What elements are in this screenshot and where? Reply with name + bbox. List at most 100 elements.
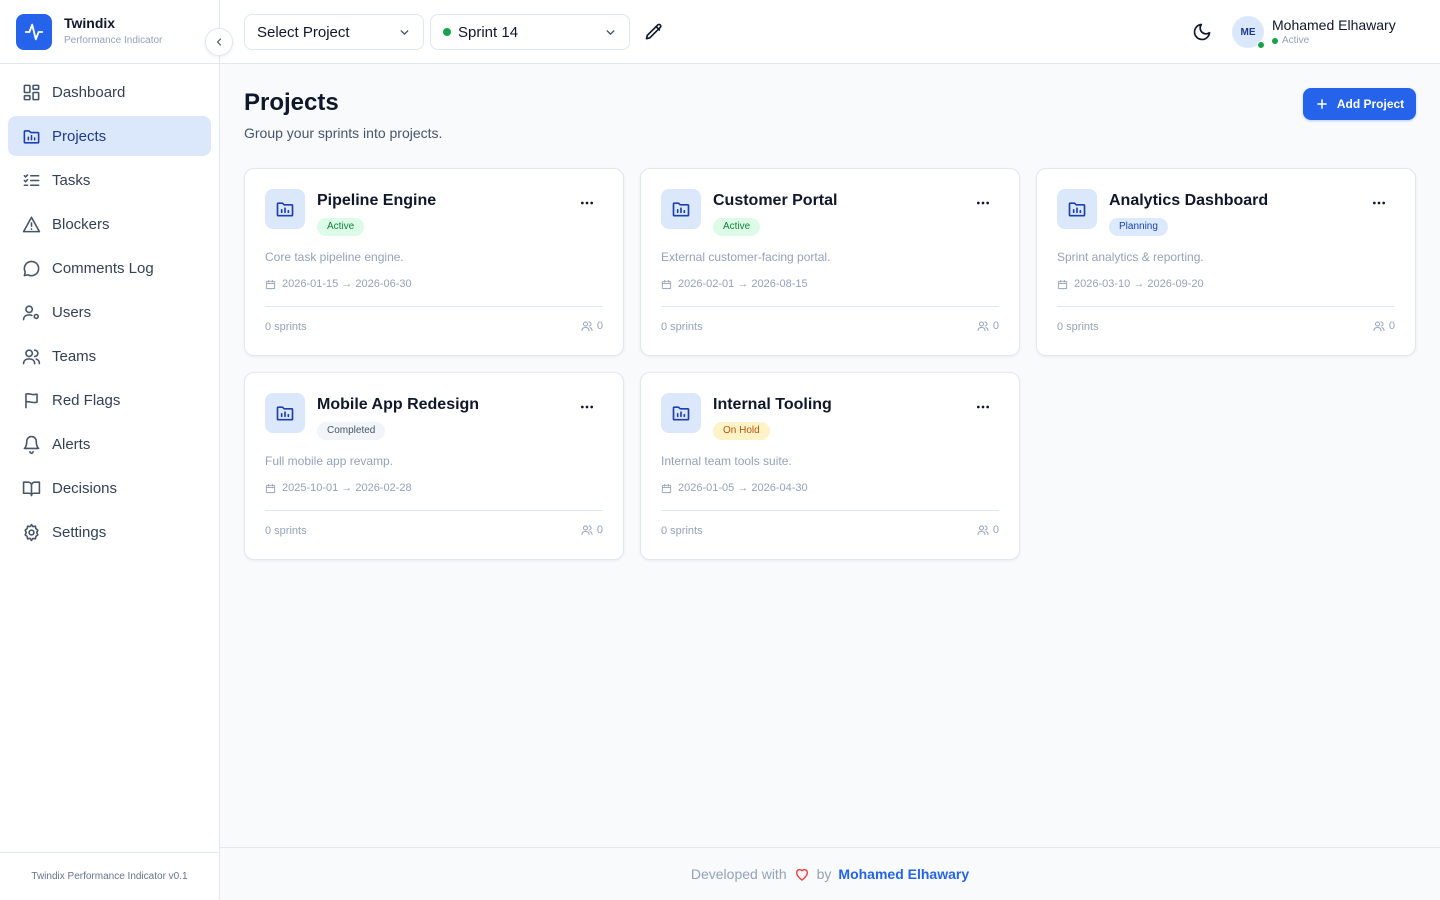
footer-prefix: Developed with (690, 866, 787, 882)
sidebar: Twindix Performance Indicator Dashboard … (0, 0, 233, 900)
chevron-down-icon (606, 30, 615, 35)
status-badge: Completed (317, 422, 386, 440)
edit-sprint-button[interactable] (644, 22, 664, 42)
chevron-left-icon (216, 38, 222, 46)
pencil-icon (645, 23, 662, 40)
project-card[interactable]: Analytics Dashboard Planning Sprint anal… (1036, 168, 1416, 356)
project-date-range: 2026-03-10 → 2026-09-20 (1074, 278, 1204, 290)
user-avatar[interactable]: ME (1232, 16, 1265, 49)
project-menu-button[interactable] (975, 399, 991, 415)
calendar-icon (661, 279, 672, 289)
sidebar-item-red-flags[interactable]: Red Flags (8, 380, 211, 420)
project-member-count: 0 (1388, 320, 1395, 332)
project-select-value: Select Project (257, 23, 350, 41)
gear-icon (21, 522, 41, 542)
more-horizontal-icon (581, 405, 593, 409)
user-name: Mohamed Elhawary (1272, 17, 1396, 33)
warning-triangle-icon (21, 214, 41, 234)
sidebar-item-label: Red Flags (52, 391, 121, 409)
users-icon (1373, 321, 1385, 331)
brand: Twindix Performance Indicator (0, 0, 233, 64)
project-members: 0 (581, 320, 603, 332)
card-divider (265, 510, 603, 511)
footer-author-link[interactable]: Mohamed Elhawary (838, 866, 969, 882)
project-menu-button[interactable] (1371, 195, 1387, 211)
user-gear-icon (21, 302, 41, 322)
more-horizontal-icon (1373, 201, 1385, 205)
sidebar-item-blockers[interactable]: Blockers (8, 204, 211, 244)
project-date-range: 2026-01-05 → 2026-04-30 (678, 482, 808, 494)
brand-subtitle: Performance Indicator (64, 35, 163, 46)
project-sprint-count: 0 sprints (265, 321, 307, 333)
folder-chart-icon (661, 393, 701, 433)
project-menu-button[interactable] (975, 195, 991, 211)
folder-chart-icon (1057, 189, 1097, 229)
sidebar-item-tasks[interactable]: Tasks (8, 160, 211, 200)
sidebar-item-label: Settings (52, 523, 107, 541)
heart-icon (794, 866, 810, 882)
project-description: External customer-facing portal. (661, 250, 831, 264)
sidebar-item-users[interactable]: Users (8, 292, 211, 332)
theme-toggle-button[interactable] (1192, 22, 1212, 42)
page-subtitle: Group your sprints into projects. (244, 125, 443, 141)
project-card[interactable]: Customer Portal Active External customer… (640, 168, 1020, 356)
project-members: 0 (1373, 320, 1395, 332)
sidebar-item-decisions[interactable]: Decisions (8, 468, 211, 508)
calendar-icon (1057, 279, 1068, 289)
sidebar-item-label: Dashboard (52, 83, 126, 101)
project-member-count: 0 (992, 320, 999, 332)
sidebar-item-alerts[interactable]: Alerts (8, 424, 211, 464)
users-icon (977, 321, 989, 331)
message-circle-icon (21, 258, 41, 278)
sidebar-item-label: Decisions (52, 479, 118, 497)
project-members: 0 (977, 320, 999, 332)
project-select[interactable]: Select Project (244, 14, 424, 50)
project-sprint-count: 0 sprints (1057, 321, 1099, 333)
sidebar-nav: Dashboard Projects Tasks Blockers Commen… (0, 64, 219, 564)
flag-icon (21, 390, 41, 410)
project-sprint-count: 0 sprints (661, 525, 703, 537)
more-horizontal-icon (581, 201, 593, 205)
project-card[interactable]: Mobile App Redesign Completed Full mobil… (244, 372, 624, 560)
project-date-range: 2026-02-01 → 2026-08-15 (678, 278, 808, 290)
online-status-dot (1257, 41, 1265, 49)
sprint-status-dot (443, 28, 451, 36)
moon-icon (1193, 23, 1211, 41)
chevron-down-icon (400, 30, 409, 35)
users-icon (581, 525, 593, 535)
project-description: Internal team tools suite. (661, 454, 792, 468)
collapse-sidebar-button[interactable] (205, 28, 233, 56)
project-description: Full mobile app revamp. (265, 454, 394, 468)
project-name: Mobile App Redesign (317, 396, 480, 413)
card-divider (661, 306, 999, 307)
more-horizontal-icon (977, 201, 989, 205)
project-member-count: 0 (596, 524, 603, 536)
sidebar-item-label: Blockers (52, 215, 110, 233)
page-title: Projects (244, 89, 339, 116)
sidebar-item-label: Alerts (52, 435, 91, 453)
project-menu-button[interactable] (579, 399, 595, 415)
project-dates: 2026-01-05 → 2026-04-30 (661, 482, 808, 494)
sidebar-item-label: Tasks (52, 171, 91, 189)
page-footer: Developed with by Mohamed Elhawary (220, 847, 1440, 900)
user-status-label: Active (1282, 35, 1310, 46)
folder-chart-icon (661, 189, 701, 229)
project-card[interactable]: Pipeline Engine Active Core task pipelin… (244, 168, 624, 356)
sidebar-item-comments-log[interactable]: Comments Log (8, 248, 211, 288)
sidebar-item-dashboard[interactable]: Dashboard (8, 72, 211, 112)
sidebar-item-projects[interactable]: Projects (8, 116, 211, 156)
sprint-select[interactable]: Sprint 14 (430, 14, 630, 50)
sidebar-item-teams[interactable]: Teams (8, 336, 211, 376)
sidebar-item-settings[interactable]: Settings (8, 512, 211, 552)
book-open-icon (21, 478, 41, 498)
top-header: Select Project Sprint 14 ME Mohamed Elha… (220, 0, 1440, 64)
calendar-icon (265, 279, 276, 289)
project-menu-button[interactable] (579, 195, 595, 211)
project-sprint-count: 0 sprints (661, 321, 703, 333)
project-name: Analytics Dashboard (1109, 192, 1269, 209)
status-badge: Planning (1109, 218, 1168, 236)
add-project-button[interactable]: Add Project (1303, 88, 1416, 120)
dashboard-icon (21, 82, 41, 102)
project-card[interactable]: Internal Tooling On Hold Internal team t… (640, 372, 1020, 560)
project-member-count: 0 (596, 320, 603, 332)
